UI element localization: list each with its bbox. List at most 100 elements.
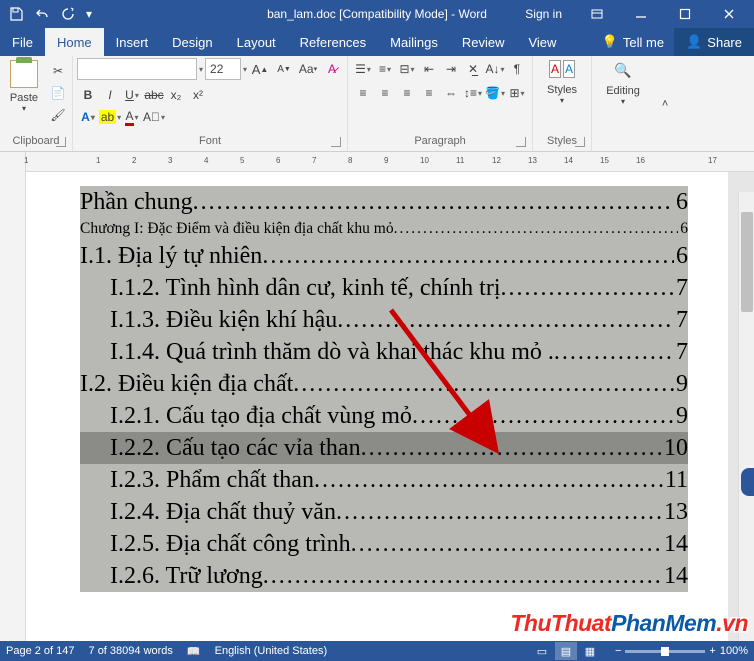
distributed-icon[interactable]: ⇔ <box>440 82 462 104</box>
toc-line[interactable]: I.2.5. Địa chất công trình .............… <box>80 528 688 560</box>
styles-button[interactable]: A A Styles ▾ <box>537 58 587 135</box>
collapse-ribbon-icon[interactable]: ˄ <box>654 56 676 151</box>
highlight-icon[interactable]: ab <box>99 106 121 128</box>
side-panel-tab[interactable] <box>741 468 754 496</box>
grow-font-icon[interactable]: A▲ <box>249 58 271 80</box>
toc-line[interactable]: I.1.4. Quá trình thăm dò và khai thác kh… <box>80 336 688 368</box>
line-spacing-icon[interactable]: ↕≡ <box>462 82 484 104</box>
vertical-scrollbar[interactable] <box>738 192 754 641</box>
align-right-icon[interactable]: ≡ <box>396 82 418 104</box>
status-language[interactable]: English (United States) <box>215 645 328 657</box>
underline-button[interactable]: U <box>121 84 143 106</box>
clipboard-launcher[interactable] <box>56 137 66 147</box>
numbering-icon[interactable]: ≡ <box>374 58 396 80</box>
styles-launcher[interactable] <box>575 137 585 147</box>
increase-indent-icon[interactable]: ⇥ <box>440 58 462 80</box>
toc-text: I.2.5. Địa chất công trình <box>110 528 351 560</box>
redo-icon[interactable] <box>56 2 80 26</box>
toc-line[interactable]: Chương I: Đặc Điểm và điều kiện địa chất… <box>80 218 688 240</box>
toc-line[interactable]: I.2.2. Cấu tạo các vỉa than ............… <box>80 432 688 464</box>
close-icon[interactable] <box>712 0 746 28</box>
font-name-combo[interactable] <box>77 58 197 80</box>
minimize-icon[interactable] <box>624 0 658 28</box>
toc-line[interactable]: Phần chung .............................… <box>80 186 688 218</box>
toc-line[interactable]: I.2.3. Phẩm chất than ..................… <box>80 464 688 496</box>
toc-leader: ........................................… <box>394 218 679 240</box>
shading-icon[interactable]: 🪣 <box>484 82 506 104</box>
justify-icon[interactable]: ≡ <box>418 82 440 104</box>
toc-line[interactable]: I.2. Điều kiện địa chất.................… <box>80 368 688 400</box>
zoom-level[interactable]: 100% <box>720 645 748 657</box>
decrease-indent-icon[interactable]: ⇤ <box>418 58 440 80</box>
web-layout-icon[interactable]: ▦ <box>579 642 601 660</box>
enclose-char-icon[interactable]: A⃝ <box>143 106 165 128</box>
paste-button[interactable]: Paste ▾ <box>4 58 44 113</box>
zoom-out-icon[interactable]: − <box>615 645 621 657</box>
tab-references[interactable]: References <box>288 28 378 56</box>
maximize-icon[interactable] <box>668 0 702 28</box>
paragraph-launcher[interactable] <box>516 137 526 147</box>
vertical-ruler[interactable] <box>0 152 26 641</box>
status-page[interactable]: Page 2 of 147 <box>6 645 75 657</box>
show-marks-icon[interactable]: ¶ <box>506 58 528 80</box>
page-area[interactable]: Phần chung .............................… <box>26 172 754 641</box>
tab-layout[interactable]: Layout <box>225 28 288 56</box>
text-effects-icon[interactable]: A <box>77 106 99 128</box>
font-launcher[interactable] <box>331 137 341 147</box>
shrink-font-icon[interactable]: A▼ <box>273 58 295 80</box>
bullets-icon[interactable]: ☰ <box>352 58 374 80</box>
toc-line[interactable]: I.2.4. Địa chất thuỷ văn................… <box>80 496 688 528</box>
align-center-icon[interactable]: ≡ <box>374 82 396 104</box>
font-size-combo[interactable]: 22 <box>205 58 241 80</box>
document-page[interactable]: Phần chung .............................… <box>26 172 728 641</box>
asian-layout-icon[interactable]: ✕̲ <box>462 58 484 80</box>
sort-icon[interactable]: A↓ <box>484 58 506 80</box>
qat-customize-icon[interactable]: ▾ <box>82 2 96 26</box>
tab-mailings[interactable]: Mailings <box>378 28 450 56</box>
toc-line[interactable]: I.1. Địa lý tự nhiên....................… <box>80 240 688 272</box>
scroll-thumb[interactable] <box>741 212 753 312</box>
bold-button[interactable]: B <box>77 84 99 106</box>
status-proofing-icon[interactable]: 📖 <box>187 645 201 658</box>
cut-icon[interactable]: ✂ <box>48 62 68 80</box>
tell-me[interactable]: 💡Tell me <box>592 28 674 56</box>
subscript-button[interactable]: x₂ <box>165 84 187 106</box>
zoom-in-icon[interactable]: + <box>709 645 715 657</box>
toc-line[interactable]: I.1.3. Điều kiện khí hậu ...............… <box>80 304 688 336</box>
multilevel-icon[interactable]: ⊟ <box>396 58 418 80</box>
change-case-icon[interactable]: Aa▾ <box>297 58 319 80</box>
status-words[interactable]: 7 of 38094 words <box>89 645 173 657</box>
toc-line[interactable]: I.1.2. Tình hình dân cư, kinh tế, chính … <box>80 272 688 304</box>
group-label-paragraph: Paragraph <box>352 135 528 149</box>
tab-review[interactable]: Review <box>450 28 517 56</box>
toc-page: 14 <box>662 528 688 560</box>
tab-home[interactable]: Home <box>45 28 104 56</box>
toc-page: 7 <box>674 336 688 368</box>
format-painter-icon[interactable]: 🖌 <box>48 106 68 124</box>
italic-button[interactable]: I <box>99 84 121 106</box>
clear-format-icon[interactable]: A̷ <box>321 58 343 80</box>
read-mode-icon[interactable]: ▭ <box>531 642 553 660</box>
tab-file[interactable]: File <box>0 28 45 56</box>
align-left-icon[interactable]: ≡ <box>352 82 374 104</box>
toc-line[interactable]: I.2.6. Trữ lương........................… <box>80 560 688 592</box>
tab-design[interactable]: Design <box>160 28 224 56</box>
toc-line[interactable]: I.2.1. Cấu tạo địa chất vùng mỏ ........… <box>80 400 688 432</box>
group-styles: A A Styles ▾ Styles <box>533 56 592 151</box>
tab-insert[interactable]: Insert <box>104 28 161 56</box>
font-color-icon[interactable]: A <box>121 106 143 128</box>
tab-view[interactable]: View <box>516 28 568 56</box>
share-button[interactable]: 👤Share <box>674 28 754 56</box>
ribbon-display-icon[interactable] <box>580 0 614 28</box>
undo-icon[interactable] <box>30 2 54 26</box>
superscript-button[interactable]: x² <box>187 84 209 106</box>
save-icon[interactable] <box>4 2 28 26</box>
print-layout-icon[interactable]: ▤ <box>555 642 577 660</box>
borders-icon[interactable]: ⊞ <box>506 82 528 104</box>
editing-button[interactable]: 🔍 Editing ▾ <box>596 58 650 147</box>
horizontal-ruler[interactable]: 11234567891011121314151617 <box>26 152 754 172</box>
strikethrough-button[interactable]: abc <box>143 84 165 106</box>
zoom-slider[interactable] <box>625 650 705 653</box>
sign-in-button[interactable]: Sign in <box>517 7 570 21</box>
copy-icon[interactable]: 📄 <box>48 84 68 102</box>
